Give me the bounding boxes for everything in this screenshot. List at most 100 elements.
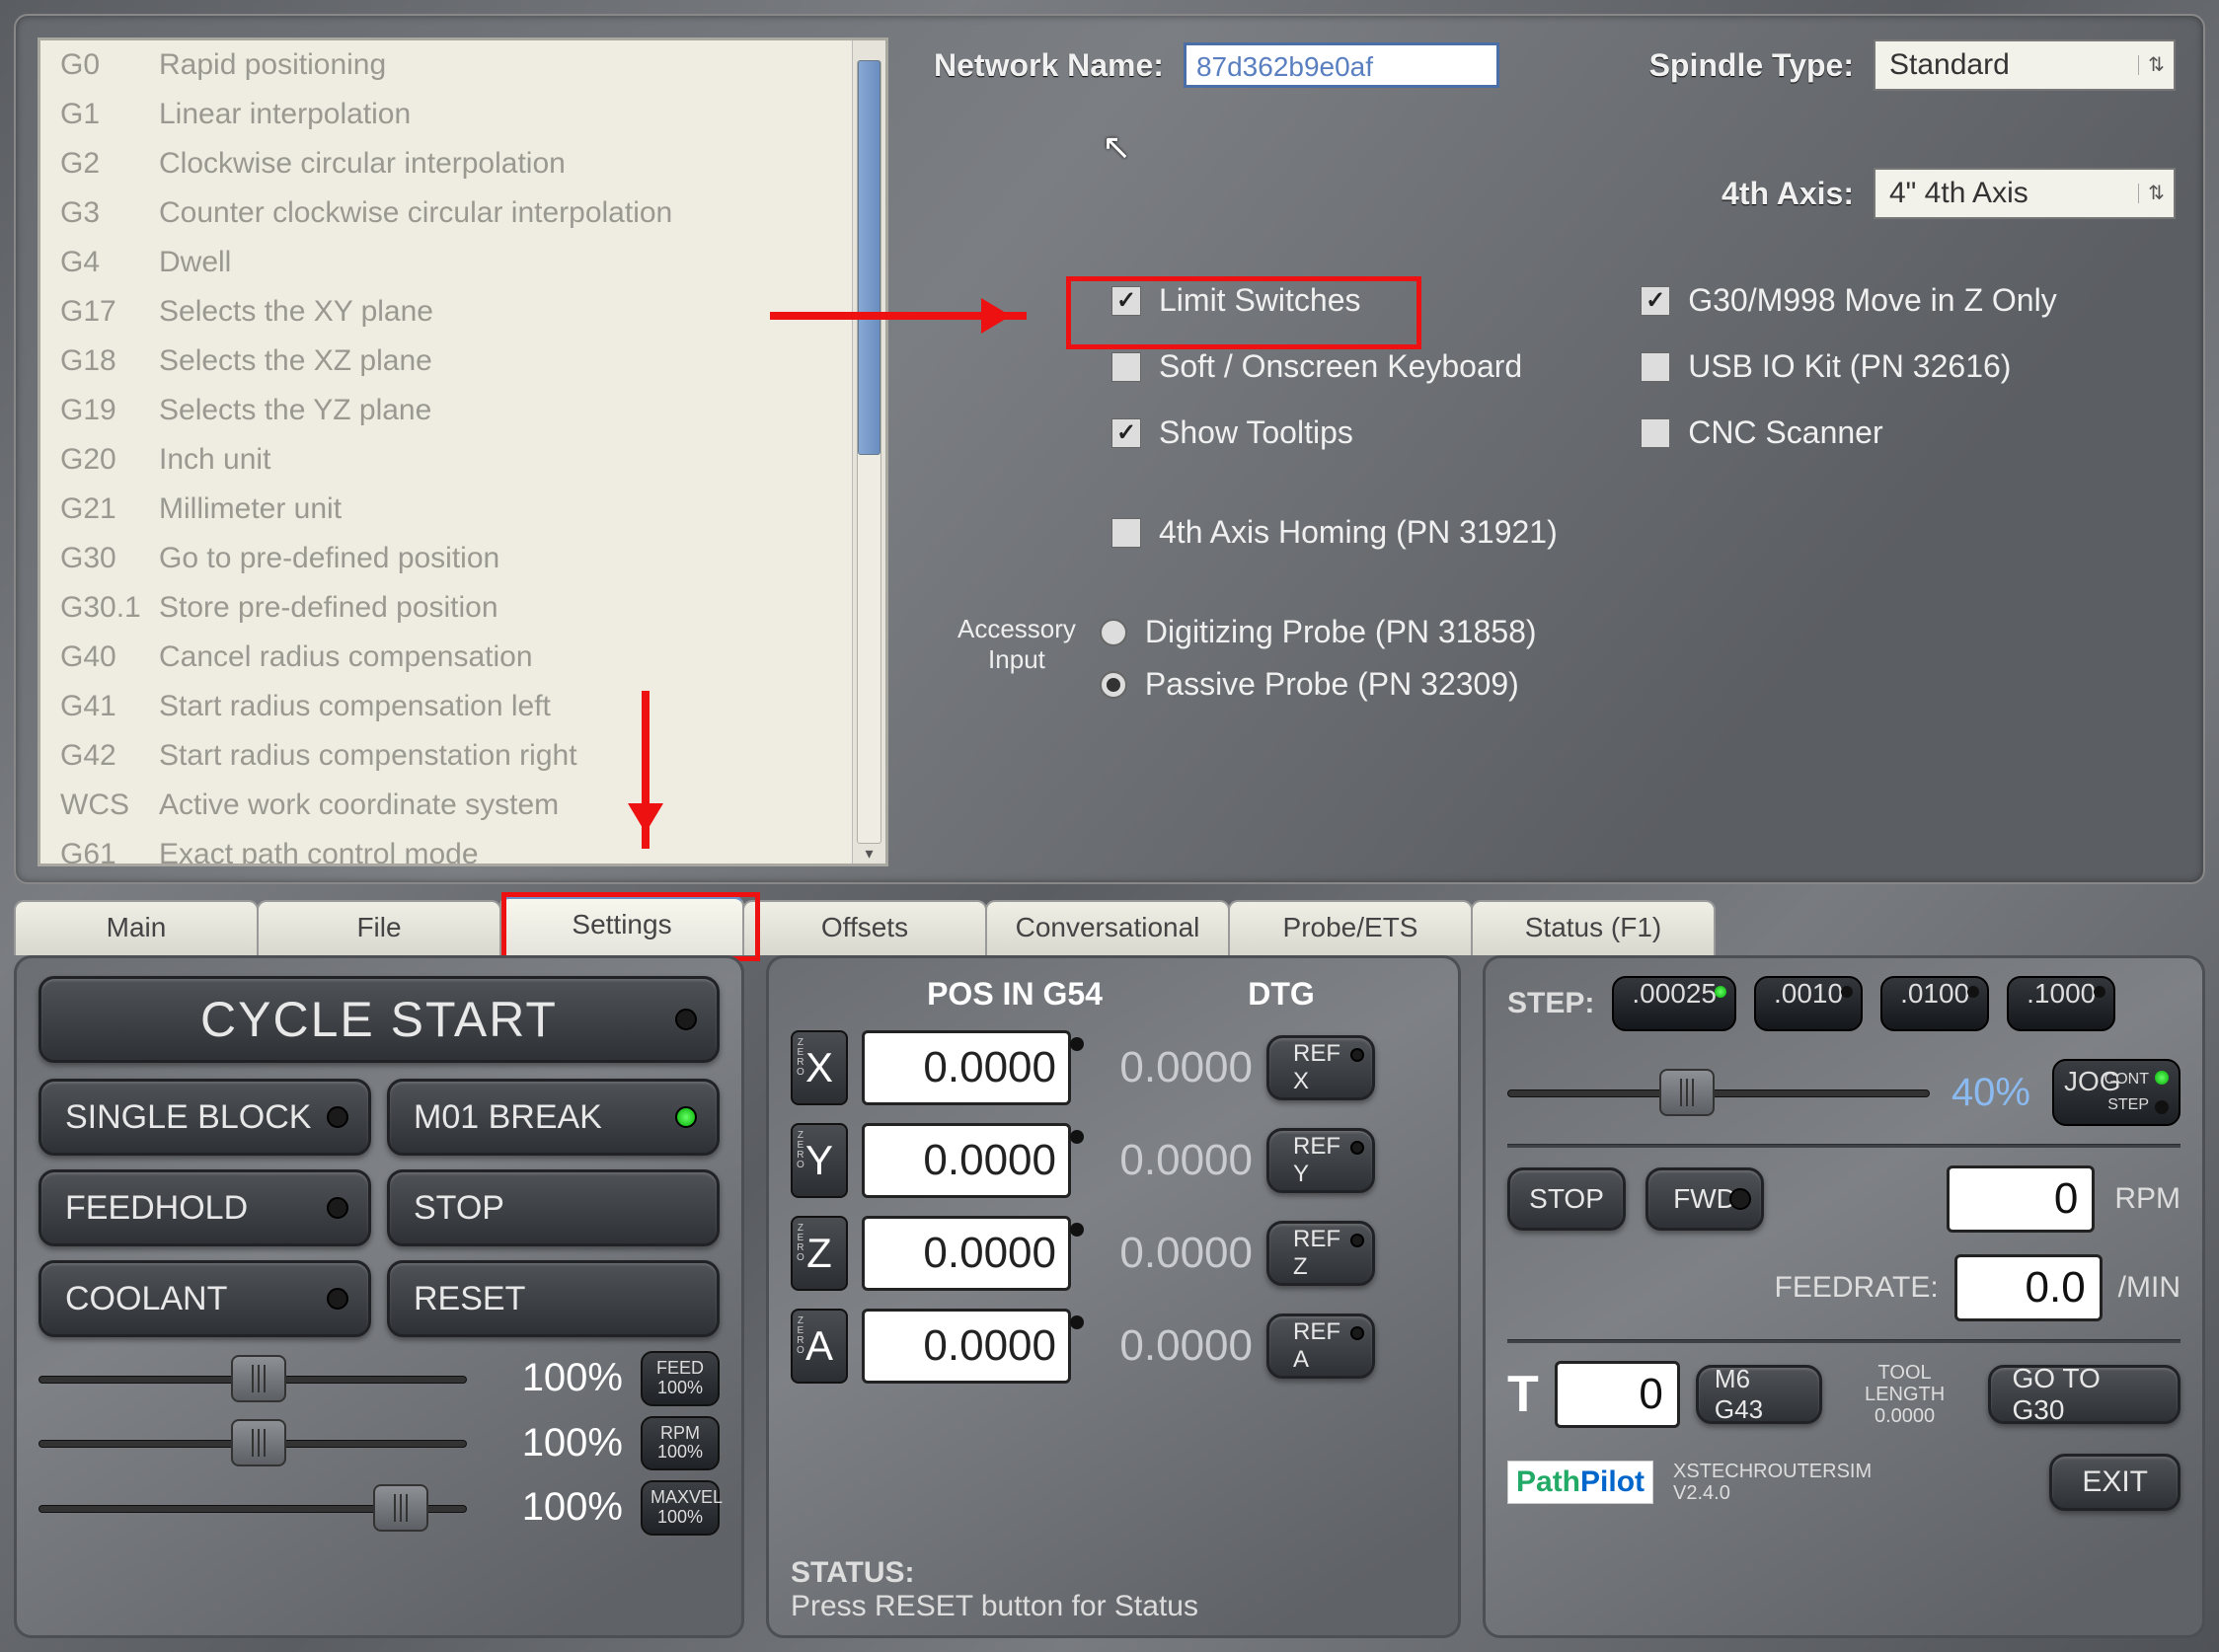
pos-a-input[interactable]: 0.0000 bbox=[862, 1309, 1071, 1384]
m01-break-button[interactable]: M01 BREAK bbox=[387, 1079, 720, 1156]
jog-speed-slider[interactable] bbox=[1507, 1081, 1930, 1104]
gcode-scrollbar[interactable]: ▾ bbox=[852, 40, 885, 864]
usb-io-checkbox[interactable]: USB IO Kit (PN 32616) bbox=[1641, 348, 2056, 385]
gcode-desc: Cancel radius compensation bbox=[159, 640, 876, 674]
dtg-header: DTG bbox=[1212, 976, 1350, 1013]
gcode-row[interactable]: G30.1Store pre-defined position bbox=[40, 583, 885, 633]
gcode-code: G19 bbox=[60, 394, 159, 427]
gcode-row[interactable]: G30Go to pre-defined position bbox=[40, 534, 885, 583]
single-block-button[interactable]: SINGLE BLOCK bbox=[38, 1079, 371, 1156]
gcode-row[interactable]: G41Start radius compensation left bbox=[40, 682, 885, 731]
step-0100-button[interactable]: .0100 bbox=[1880, 976, 1989, 1031]
gcode-row[interactable]: G17Selects the XY plane bbox=[40, 287, 885, 337]
maxvel-100-button[interactable]: MAXVEL100% bbox=[641, 1480, 720, 1536]
dtg-x: 0.0000 bbox=[1085, 1043, 1253, 1092]
gcode-desc: Selects the XZ plane bbox=[159, 344, 876, 378]
feedrate-input[interactable]: 0.0 bbox=[1954, 1254, 2103, 1321]
zero-x-button[interactable]: ZEROX bbox=[791, 1030, 848, 1105]
gcode-row[interactable]: G18Selects the XZ plane bbox=[40, 337, 885, 386]
zero-a-button[interactable]: ZEROA bbox=[791, 1309, 848, 1384]
dtg-a: 0.0000 bbox=[1085, 1321, 1253, 1371]
gcode-reference-panel: G0Rapid positioningG1Linear interpolatio… bbox=[38, 38, 888, 866]
feed-100-button[interactable]: FEED100% bbox=[641, 1351, 720, 1406]
jog-mode-button[interactable]: JOG CONT STEP bbox=[2052, 1059, 2181, 1126]
gcode-row[interactable]: G3Counter clockwise circular interpolati… bbox=[40, 188, 885, 238]
gcode-row[interactable]: G42Start radius compenstation right bbox=[40, 731, 885, 781]
axis4-select[interactable]: 4" 4th Axis ⇅ bbox=[1874, 168, 2176, 219]
spindle-stop-button[interactable]: STOP bbox=[1507, 1167, 1626, 1231]
jog-pct: 40% bbox=[1951, 1071, 2030, 1115]
feed-pct: 100% bbox=[485, 1356, 623, 1400]
gcode-desc: Start radius compensation left bbox=[159, 690, 876, 723]
gcode-code: G18 bbox=[60, 344, 159, 378]
pos-z-input[interactable]: 0.0000 bbox=[862, 1216, 1071, 1291]
tab-conversational[interactable]: Conversational bbox=[985, 900, 1230, 955]
gcode-code: G40 bbox=[60, 640, 159, 674]
gcode-row[interactable]: WCSActive work coordinate system bbox=[40, 781, 885, 830]
rpm-input[interactable]: 0 bbox=[1947, 1165, 2095, 1233]
cycle-start-button[interactable]: CYCLE START bbox=[38, 976, 720, 1063]
gcode-row[interactable]: G2Clockwise circular interpolation bbox=[40, 139, 885, 188]
gcode-row[interactable]: G1Linear interpolation bbox=[40, 90, 885, 139]
network-name-input[interactable]: 87d362b9e0af bbox=[1184, 42, 1499, 88]
tool-t-label: T bbox=[1507, 1365, 1539, 1424]
step-00025-button[interactable]: .00025 bbox=[1612, 976, 1736, 1031]
pos-y-input[interactable]: 0.0000 bbox=[862, 1123, 1071, 1198]
feed-override-slider[interactable] bbox=[38, 1367, 467, 1390]
tab-offsets[interactable]: Offsets bbox=[742, 900, 987, 955]
ref-y-button[interactable]: REF Y bbox=[1266, 1128, 1375, 1193]
gcode-row[interactable]: G19Selects the YZ plane bbox=[40, 386, 885, 435]
step-0010-button[interactable]: .0010 bbox=[1754, 976, 1863, 1031]
tab-status[interactable]: Status (F1) bbox=[1471, 900, 1716, 955]
step-1000-button[interactable]: .1000 bbox=[2007, 976, 2115, 1031]
show-tooltips-checkbox[interactable]: Show Tooltips bbox=[1111, 414, 1522, 451]
zero-y-button[interactable]: ZEROY bbox=[791, 1123, 848, 1198]
spindle-type-select[interactable]: Standard ⇅ bbox=[1874, 39, 2176, 91]
annotation-arrow-right bbox=[770, 312, 1027, 320]
checkbox-icon bbox=[1111, 518, 1141, 548]
ref-z-button[interactable]: REF Z bbox=[1266, 1221, 1375, 1286]
m6-g43-button[interactable]: M6 G43 bbox=[1696, 1365, 1822, 1424]
exit-button[interactable]: EXIT bbox=[2049, 1454, 2181, 1511]
coolant-button[interactable]: COOLANT bbox=[38, 1260, 371, 1337]
rpm-unit: RPM bbox=[2114, 1182, 2181, 1216]
go-to-g30-button[interactable]: GO TO G30 bbox=[1988, 1365, 2181, 1424]
tool-number-input[interactable]: 0 bbox=[1555, 1361, 1680, 1428]
zero-z-button[interactable]: ZEROZ bbox=[791, 1216, 848, 1291]
gcode-row[interactable]: G40Cancel radius compensation bbox=[40, 633, 885, 682]
ref-x-button[interactable]: REF X bbox=[1266, 1035, 1375, 1100]
annotation-box-settings-tab bbox=[501, 892, 760, 961]
tab-main[interactable]: Main bbox=[14, 900, 259, 955]
g30-checkbox[interactable]: G30/M998 Move in Z Only bbox=[1641, 282, 2056, 319]
axis4-homing-checkbox[interactable]: 4th Axis Homing (PN 31921) bbox=[1111, 514, 2176, 551]
gcode-row[interactable]: G61Exact path control mode bbox=[40, 830, 885, 866]
checkbox-icon bbox=[1111, 418, 1141, 448]
feedhold-button[interactable]: FEEDHOLD bbox=[38, 1169, 371, 1246]
scroll-down-icon[interactable]: ▾ bbox=[859, 844, 880, 860]
tab-bar: Main File Settings Offsets Conversationa… bbox=[14, 894, 2205, 955]
soft-keyboard-checkbox[interactable]: Soft / Onscreen Keyboard bbox=[1111, 348, 1522, 385]
reset-button[interactable]: RESET bbox=[387, 1260, 720, 1337]
gcode-row[interactable]: G4Dwell bbox=[40, 238, 885, 287]
gcode-code: G17 bbox=[60, 295, 159, 329]
chevron-updown-icon: ⇅ bbox=[2138, 55, 2174, 75]
pos-x-input[interactable]: 0.0000 bbox=[862, 1030, 1071, 1105]
passive-probe-radio[interactable]: Passive Probe (PN 32309) bbox=[1100, 666, 1537, 703]
gcode-code: G42 bbox=[60, 739, 159, 773]
gcode-code: G21 bbox=[60, 492, 159, 526]
cnc-scanner-checkbox[interactable]: CNC Scanner bbox=[1641, 414, 2056, 451]
maxvel-slider[interactable] bbox=[38, 1496, 467, 1520]
maxvel-pct: 100% bbox=[485, 1485, 623, 1530]
rpm-100-button[interactable]: RPM100% bbox=[641, 1416, 720, 1471]
digitizing-probe-radio[interactable]: Digitizing Probe (PN 31858) bbox=[1100, 614, 1537, 650]
gcode-row[interactable]: G20Inch unit bbox=[40, 435, 885, 485]
spindle-fwd-button[interactable]: FWD bbox=[1645, 1167, 1764, 1231]
ref-a-button[interactable]: REF A bbox=[1266, 1314, 1375, 1379]
tab-file[interactable]: File bbox=[257, 900, 501, 955]
stop-button[interactable]: STOP bbox=[387, 1169, 720, 1246]
gcode-row[interactable]: G0Rapid positioning bbox=[40, 40, 885, 90]
rpm-override-slider[interactable] bbox=[38, 1431, 467, 1455]
gcode-row[interactable]: G21Millimeter unit bbox=[40, 485, 885, 534]
gcode-code: G0 bbox=[60, 48, 159, 82]
tab-probe[interactable]: Probe/ETS bbox=[1228, 900, 1473, 955]
